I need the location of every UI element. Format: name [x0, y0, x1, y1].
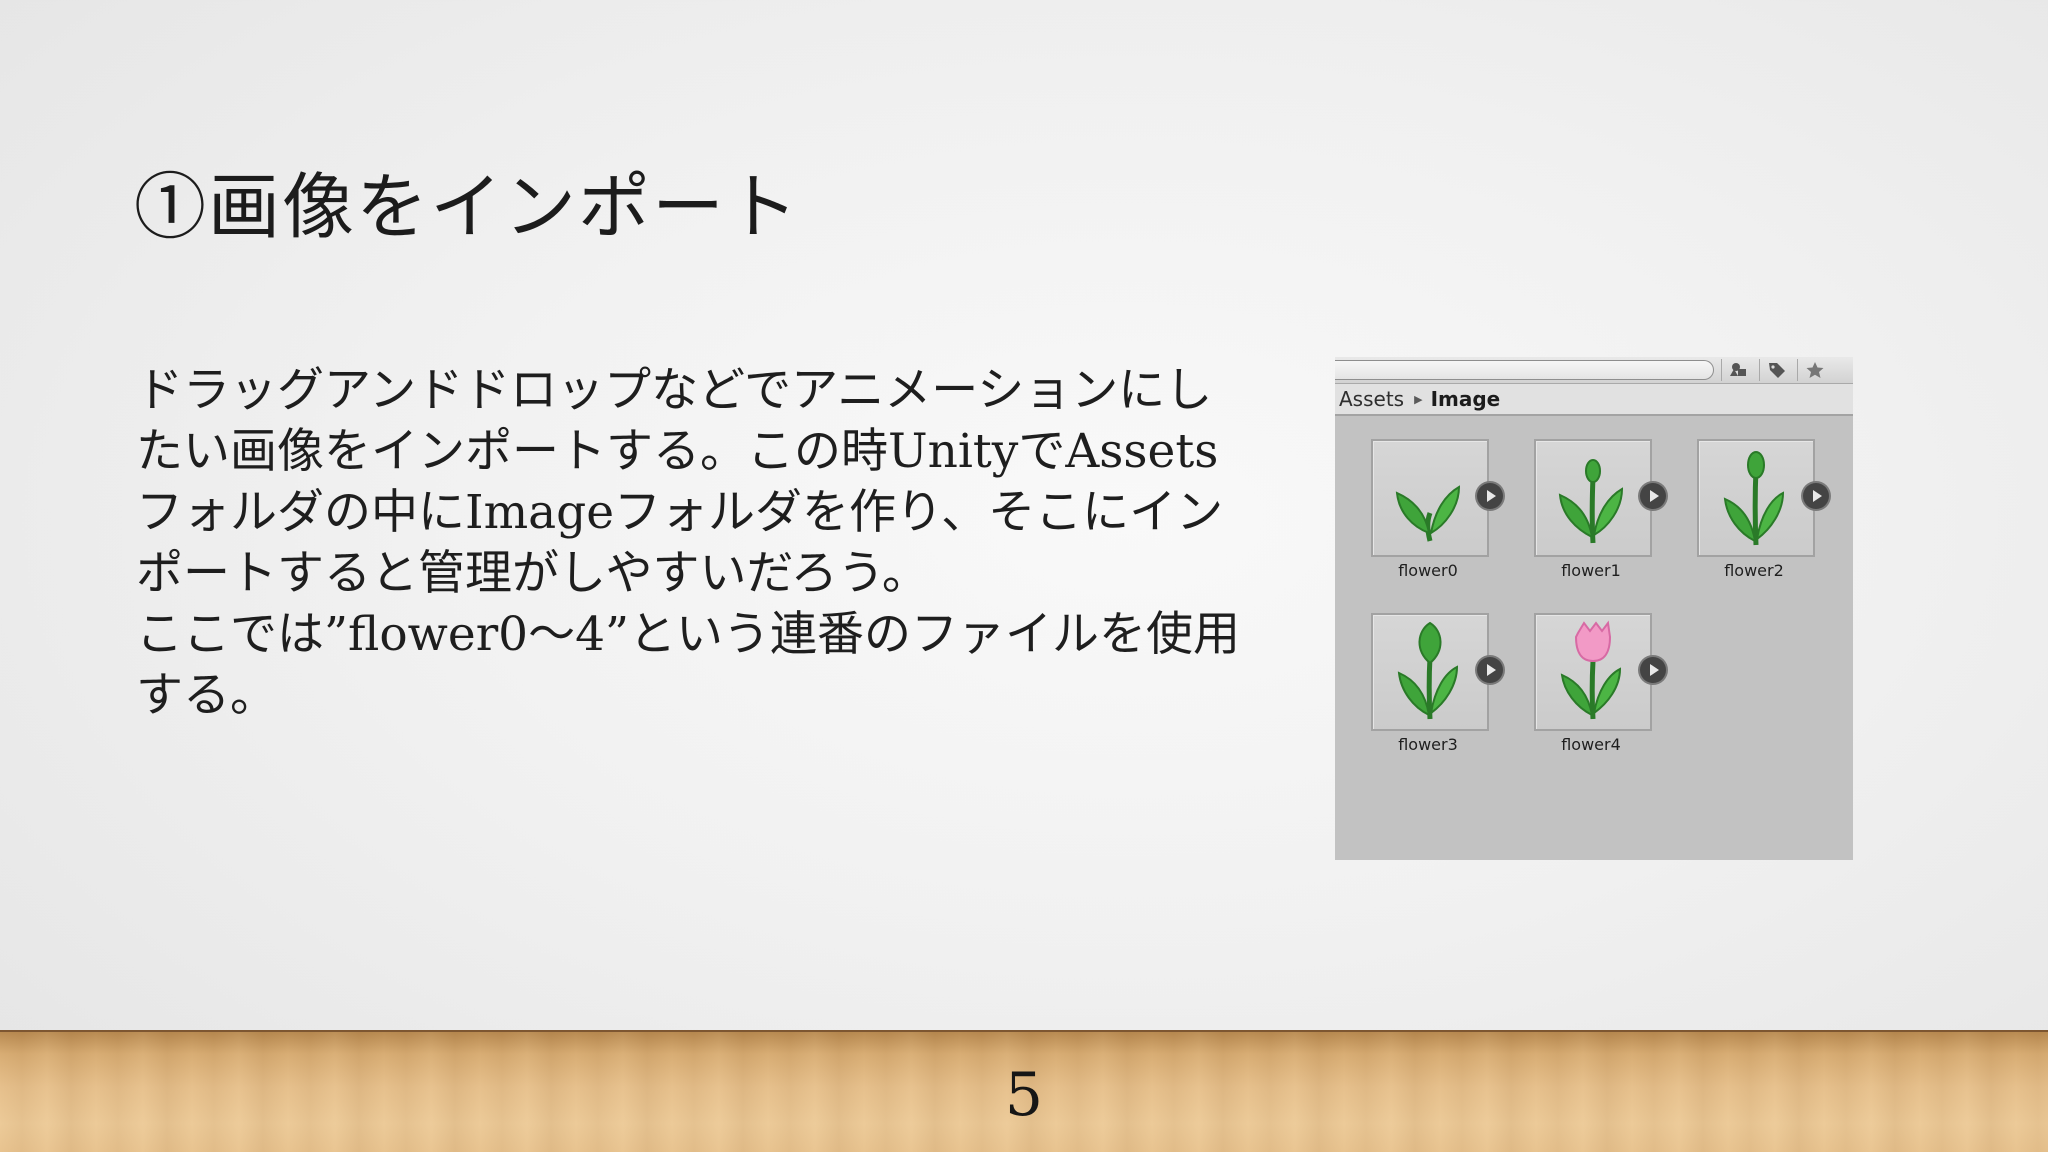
asset-label: flower4	[1561, 735, 1621, 754]
play-icon[interactable]	[1803, 483, 1829, 509]
play-icon[interactable]	[1640, 483, 1666, 509]
panel-toolbar	[1335, 357, 1853, 384]
search-field[interactable]	[1335, 360, 1714, 380]
breadcrumb-assets[interactable]: Assets	[1339, 387, 1404, 411]
asset-thumbnail-flower3[interactable]	[1371, 613, 1489, 731]
asset-label: flower1	[1561, 561, 1621, 580]
filter-type-icon[interactable]	[1721, 359, 1756, 381]
page-number: 5	[1004, 1060, 1044, 1130]
body-line: フォルダの中にImageフォルダを作り、そこにイン	[136, 485, 1224, 540]
asset-label: flower3	[1398, 735, 1458, 754]
chevron-right-icon: ▶	[1414, 392, 1423, 406]
play-icon[interactable]	[1477, 657, 1503, 683]
play-icon[interactable]	[1477, 483, 1503, 509]
tag-icon[interactable]	[1759, 359, 1794, 381]
breadcrumb-image[interactable]: Image	[1431, 387, 1501, 411]
breadcrumb: Assets ▶ Image	[1335, 384, 1853, 416]
asset-thumbnail-flower0[interactable]	[1371, 439, 1489, 557]
asset-label: flower0	[1398, 561, 1458, 580]
play-icon[interactable]	[1640, 657, 1666, 683]
body-line: ポートすると管理がしやすいだろう。	[136, 546, 929, 601]
asset-thumbnail-flower2[interactable]	[1697, 439, 1815, 557]
body-line: ドラッグアンドドロップなどでアニメーションにし	[136, 363, 1213, 418]
body-line: たい画像をインポートする。この時UnityでAssets	[136, 424, 1219, 479]
body-text: ドラッグアンドドロップなどでアニメーションにし たい画像をインポートする。この時…	[136, 360, 1316, 726]
asset-label: flower2	[1724, 561, 1784, 580]
slide-title: ①画像をインポート	[134, 165, 801, 249]
asset-thumbnail-flower4[interactable]	[1534, 613, 1652, 731]
unity-project-panel: Assets ▶ Image flower0 flower1 flower2 f…	[1335, 357, 1853, 860]
asset-thumbnail-flower1[interactable]	[1534, 439, 1652, 557]
body-line: ここでは”flower0〜4”という連番のファイルを使用	[136, 607, 1241, 662]
body-line: する。	[136, 668, 277, 723]
star-icon[interactable]	[1797, 359, 1832, 381]
